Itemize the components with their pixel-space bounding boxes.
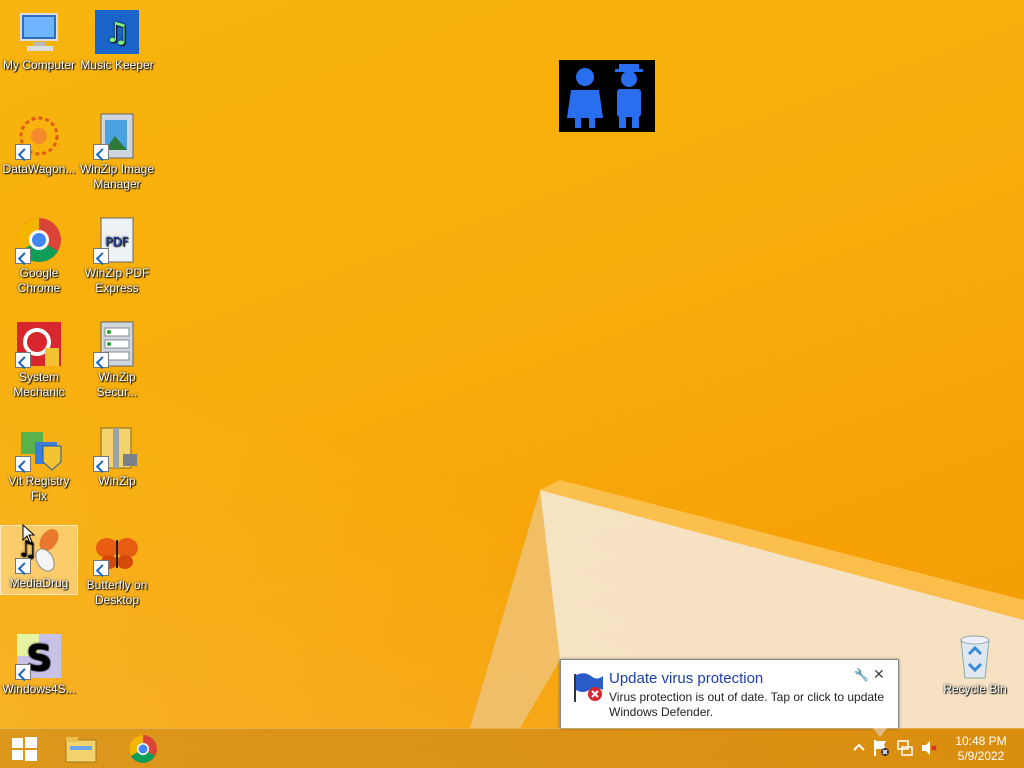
icon-label: System Mechanic	[13, 370, 65, 399]
shortcut-arrow-icon	[15, 352, 31, 368]
desktop-icon-datawagon[interactable]: DataWagon...	[1, 106, 77, 177]
shortcut-arrow-icon	[93, 248, 109, 264]
vit-registry-fix-icon	[15, 424, 63, 472]
icon-label: My Computer	[2, 58, 76, 72]
icon-label: Music Keeper	[80, 58, 154, 72]
chrome-icon	[15, 216, 63, 264]
shortcut-arrow-icon	[15, 456, 31, 472]
windows-logo-icon	[12, 737, 37, 761]
desktop-icon-system-mechanic[interactable]: System Mechanic	[1, 314, 77, 400]
people-image[interactable]	[559, 60, 655, 132]
taskbar-chrome[interactable]	[119, 729, 167, 768]
system-clock[interactable]: 10:48 PM 5/9/2022	[946, 734, 1016, 764]
icon-label: Butterfly on Desktop	[86, 578, 148, 607]
flag-alert-icon	[874, 740, 889, 756]
shortcut-arrow-icon	[15, 558, 31, 574]
desktop-icon-winzip[interactable]: WinZip	[79, 418, 155, 489]
desktop-icon-winzip-pdf-express[interactable]: PDF WinZip PDF Express	[79, 210, 155, 296]
notification-toast[interactable]: Update virus protection Virus protection…	[560, 659, 899, 729]
volume-tray-icon[interactable]	[920, 739, 938, 757]
desktop-icon-mediadrug[interactable]: ♫ MediaDrug	[0, 525, 78, 595]
taskbar-file-explorer[interactable]	[57, 729, 105, 768]
shortcut-arrow-icon	[93, 456, 109, 472]
action-center-tray-icon[interactable]	[872, 739, 890, 757]
shortcut-arrow-icon	[93, 144, 109, 160]
icon-label: Vit Registry Fix	[8, 474, 70, 503]
icon-label: DataWagon...	[2, 162, 76, 176]
start-button[interactable]	[0, 729, 48, 768]
close-button[interactable]: ✕	[873, 666, 885, 683]
desktop-icon-recycle-bin[interactable]: Recycle Bin	[937, 626, 1013, 697]
shortcut-arrow-icon	[15, 144, 31, 160]
icon-label: WinZip	[98, 474, 136, 488]
system-mechanic-icon	[15, 320, 63, 368]
desktop-icon-music-keeper[interactable]: ♫ Music Keeper	[79, 2, 155, 73]
chrome-icon	[129, 735, 157, 763]
chevron-up-icon	[853, 743, 865, 751]
winzip-secure-icon	[93, 320, 141, 368]
music-keeper-icon: ♫	[93, 8, 141, 56]
clock-time: 10:48 PM	[955, 734, 1007, 748]
recycle-bin-icon	[951, 632, 999, 680]
desktop-icon-winzip-secure[interactable]: WinZip Secur...	[79, 314, 155, 400]
taskbar: 10:48 PM 5/9/2022	[0, 728, 1024, 768]
desktop-icon-winzip-image-manager[interactable]: WinZip Image Manager	[79, 106, 155, 192]
pin-icon[interactable]: 🔧	[854, 668, 869, 682]
desktop-icon-windows4s[interactable]: S Windows4S...	[1, 626, 77, 697]
pdf-icon: PDF	[93, 216, 141, 264]
shortcut-arrow-icon	[15, 248, 31, 264]
desktop-icon-my-computer[interactable]: My Computer	[1, 2, 77, 73]
network-tray-icon[interactable]	[896, 739, 914, 757]
butterfly-icon	[93, 528, 141, 576]
notification-title: Update virus protection	[609, 670, 764, 687]
security-flag-icon	[571, 670, 605, 704]
winzip-icon	[93, 424, 141, 472]
desktop-icon-butterfly-on-desktop[interactable]: Butterfly on Desktop	[79, 522, 155, 608]
shortcut-arrow-icon	[93, 352, 109, 368]
icon-label: Recycle Bin	[943, 682, 1007, 696]
clock-date: 5/9/2022	[957, 749, 1005, 763]
speaker-muted-icon	[922, 741, 937, 755]
notification-message: Virus protection is out of date. Tap or …	[609, 690, 885, 719]
icon-label: Google Chrome	[17, 266, 61, 295]
svg-text:PDF: PDF	[105, 235, 128, 249]
icon-label: WinZip PDF Express	[84, 266, 150, 295]
people-icon	[567, 64, 643, 128]
windows4s-icon: S	[15, 632, 63, 680]
desktop-icon-vit-registry-fix[interactable]: Vit Registry Fix	[1, 418, 77, 504]
mouse-cursor-icon	[22, 524, 36, 544]
icon-label: Windows4S...	[2, 682, 76, 696]
icon-label: WinZip Image Manager	[79, 162, 155, 191]
desktop-icon-google-chrome[interactable]: Google Chrome	[1, 210, 77, 296]
svg-text:♫: ♫	[104, 16, 129, 49]
icon-label: MediaDrug	[9, 576, 69, 590]
computer-icon	[15, 8, 63, 56]
show-hidden-icons-button[interactable]	[850, 739, 868, 757]
winzip-image-manager-icon	[93, 112, 141, 160]
icon-label: WinZip Secur...	[96, 370, 138, 399]
folder-icon	[65, 737, 97, 763]
datawagon-icon	[15, 112, 63, 160]
network-icon	[897, 740, 913, 756]
shortcut-arrow-icon	[15, 664, 31, 680]
shortcut-arrow-icon	[93, 560, 109, 576]
